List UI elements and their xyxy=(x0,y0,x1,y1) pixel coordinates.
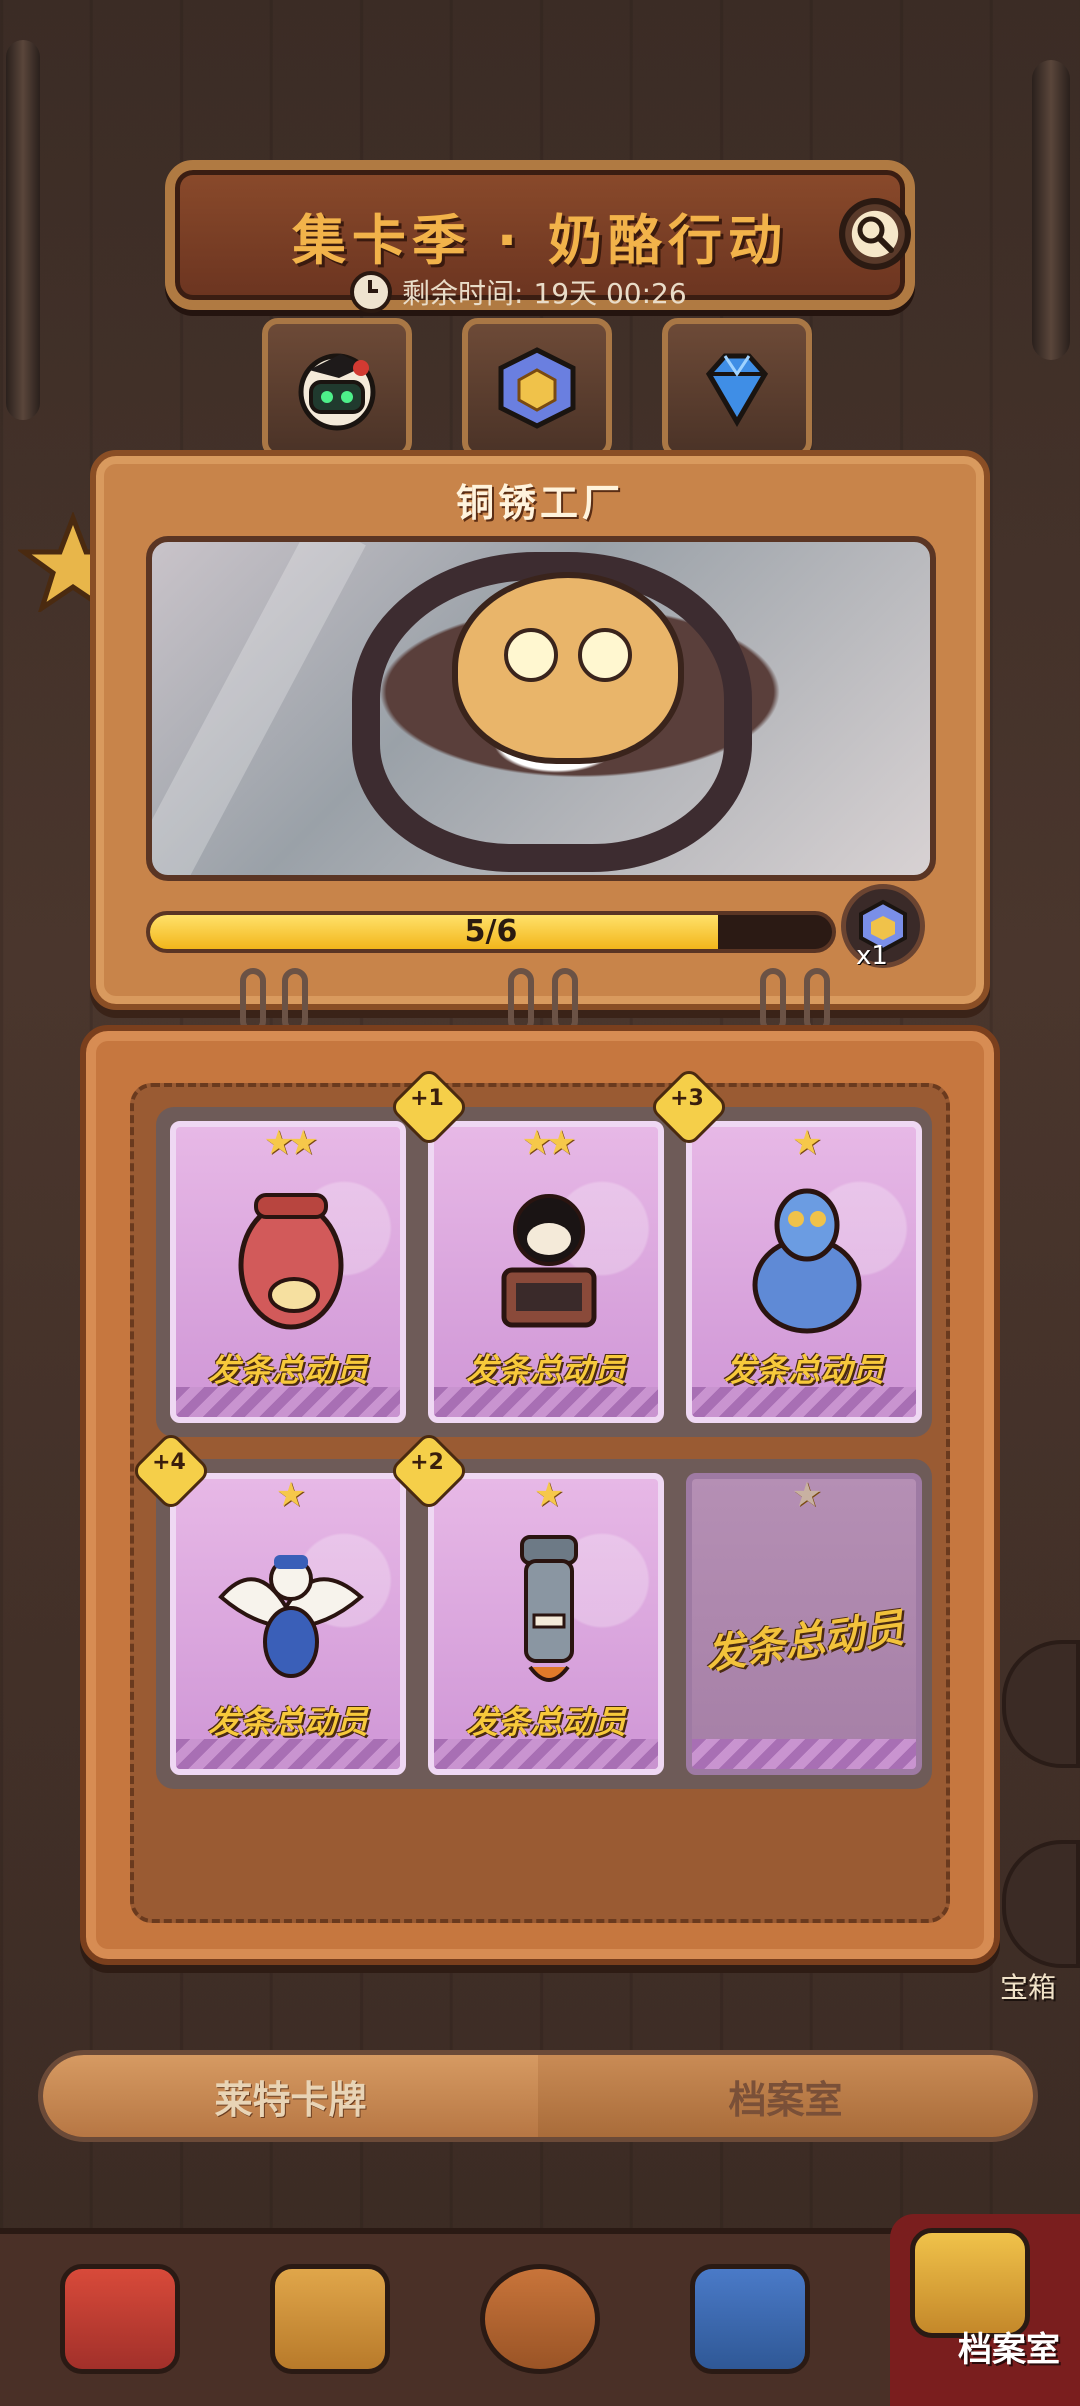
section-switcher: 莱特卡牌 档案室 xyxy=(38,2050,1038,2142)
tab-diamond[interactable] xyxy=(662,318,812,458)
card-stars: ★ xyxy=(533,1475,564,1515)
nav-active-label: 档案室 xyxy=(958,2330,1060,2370)
tab-leite-cards[interactable]: 莱特卡牌 xyxy=(43,2055,538,2137)
album-reward-button[interactable]: x1 xyxy=(841,884,925,971)
card-stars: ★★ xyxy=(521,1123,577,1163)
airship-character-icon xyxy=(238,1193,344,1330)
badge-text: +4 xyxy=(152,1450,186,1475)
nav-item-3[interactable] xyxy=(460,2244,620,2394)
search-button[interactable] xyxy=(839,198,911,270)
decor-pipe-right xyxy=(1032,60,1070,360)
card-stripes xyxy=(434,1387,658,1417)
decor-pipe-left xyxy=(6,40,40,420)
timer-value: 19天 00:26 xyxy=(533,277,687,310)
card-stars: ★ xyxy=(275,1475,306,1515)
page-title: 集卡季 · 奶酪行动 xyxy=(291,208,789,272)
album-title: 铜锈工厂 xyxy=(455,481,624,525)
album-progress-bar: 5/6 xyxy=(146,911,836,953)
card-1[interactable]: ★★ 发条总动员 xyxy=(170,1121,406,1423)
star-box-icon xyxy=(60,2264,180,2374)
cube-icon xyxy=(498,347,576,429)
timer-label: 剩余时间: xyxy=(402,277,524,310)
card-name: 发条总动员 xyxy=(465,1351,626,1389)
glass-shine xyxy=(152,542,366,875)
album-progress-text: 5/6 xyxy=(464,914,518,949)
diamond-icon xyxy=(705,353,769,427)
search-icon xyxy=(857,216,894,253)
badge-text: +3 xyxy=(670,1086,704,1111)
album-artwork xyxy=(146,536,936,881)
side-button-upper[interactable] xyxy=(1002,1640,1080,1768)
mech-mouse-character-icon xyxy=(752,1188,862,1334)
card-3[interactable]: ★ 发条总动员 xyxy=(686,1121,922,1423)
robot-icon xyxy=(298,353,376,431)
clock-icon xyxy=(350,271,392,313)
treasure-bag-icon xyxy=(270,2264,390,2374)
card-name: 发条总动员 xyxy=(207,1703,368,1741)
bird-character-icon xyxy=(218,1555,365,1678)
card-row-1: ★★ 发条总动员 ★★ 发条总动员 ★ 发条总动员 xyxy=(156,1107,932,1437)
control-panel-icon xyxy=(480,2264,600,2374)
card-2[interactable]: ★★ 发条总动员 xyxy=(428,1121,664,1423)
card-6-locked[interactable]: ★ 发条总动员 xyxy=(686,1473,922,1775)
chimney-character-icon xyxy=(520,1535,578,1682)
card-stars: ★ xyxy=(791,1123,822,1163)
tab-robot[interactable] xyxy=(262,318,412,458)
album-panel: 铜锈工厂 5/6 x1 xyxy=(90,450,990,1010)
card-stripes xyxy=(692,1387,916,1417)
card-stripes xyxy=(692,1739,916,1769)
tab-cube[interactable] xyxy=(462,318,612,458)
card-4[interactable]: ★ 发条总动员 xyxy=(170,1473,406,1775)
card-stripes xyxy=(176,1387,400,1417)
season-timer: 剩余时间: 19天 00:26 xyxy=(350,270,687,314)
card-stripes xyxy=(176,1739,400,1769)
reward-quantity: x1 xyxy=(856,941,888,971)
card-stars: ★★ xyxy=(263,1123,319,1163)
nav-item-4[interactable] xyxy=(670,2244,830,2394)
badge-text: +1 xyxy=(410,1086,444,1111)
tab-archive-room[interactable]: 档案室 xyxy=(538,2055,1033,2137)
card-stripes xyxy=(434,1739,658,1769)
card-board-inner: ★★ 发条总动员 ★★ 发条总动员 ★ 发条总动员 ★ 发条总动员 ★ 发条总动… xyxy=(130,1083,950,1923)
card-row-2: ★ 发条总动员 ★ 发条总动员 ★ 发条总动员 xyxy=(156,1459,932,1789)
card-board: ★★ 发条总动员 ★★ 发条总动员 ★ 发条总动员 ★ 发条总动员 ★ 发条总动… xyxy=(80,1025,1000,1965)
card-name: 发条总动员 xyxy=(702,1605,907,1679)
goggles-helmet-icon xyxy=(690,2264,810,2374)
nav-item-2[interactable] xyxy=(250,2244,410,2394)
robot-cat-character-icon xyxy=(501,1194,597,1328)
card-stars: ★ xyxy=(791,1475,822,1515)
bottom-navigation xyxy=(0,2214,1080,2406)
card-name: 发条总动员 xyxy=(465,1703,626,1741)
card-5[interactable]: ★ 发条总动员 xyxy=(428,1473,664,1775)
character-face xyxy=(452,572,684,764)
card-name: 发条总动员 xyxy=(723,1351,884,1389)
card-name: 发条总动员 xyxy=(207,1351,368,1389)
chest-label: 宝箱 xyxy=(999,1971,1056,2004)
nav-item-1[interactable] xyxy=(40,2244,200,2394)
badge-text: +2 xyxy=(410,1450,444,1475)
chest-side-button[interactable] xyxy=(1002,1840,1080,1968)
